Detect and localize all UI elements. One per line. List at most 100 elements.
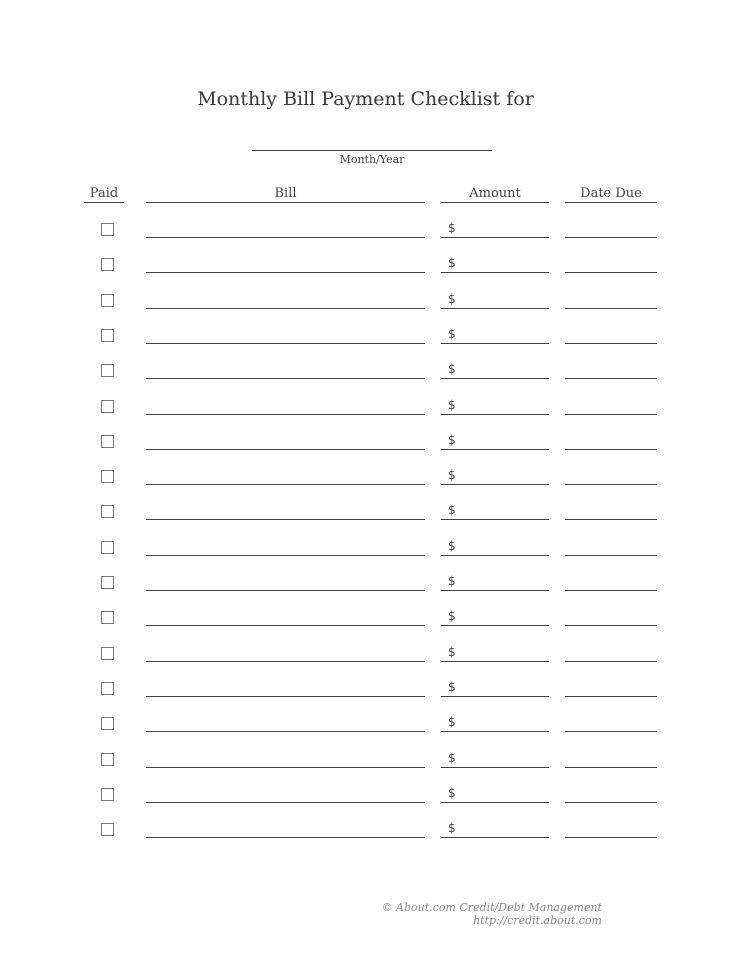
table-row: $ xyxy=(0,709,731,744)
amount-field[interactable] xyxy=(441,819,549,839)
paid-checkbox[interactable] xyxy=(101,328,114,342)
amount-field[interactable] xyxy=(441,466,549,486)
date-due-field[interactable] xyxy=(565,572,657,591)
date-due-field[interactable] xyxy=(565,643,657,662)
bill-field[interactable] xyxy=(146,607,425,627)
paid-checkbox[interactable] xyxy=(101,364,114,378)
header-underline-amount xyxy=(441,202,549,203)
bill-field[interactable] xyxy=(146,784,425,803)
table-row: $ xyxy=(0,745,731,780)
date-due-field[interactable] xyxy=(565,290,657,309)
bill-field[interactable] xyxy=(146,678,425,697)
paid-checkbox[interactable] xyxy=(101,223,114,236)
table-row: $ xyxy=(0,462,731,497)
bill-field[interactable] xyxy=(146,466,425,486)
amount-field[interactable] xyxy=(441,290,549,309)
bill-field[interactable] xyxy=(146,713,425,733)
table-row: $ xyxy=(0,815,731,850)
page-title: Monthly Bill Payment Checklist for xyxy=(197,88,534,110)
amount-field[interactable] xyxy=(441,607,549,627)
paid-checkbox[interactable] xyxy=(101,717,114,731)
table-row: $ xyxy=(0,356,731,391)
bill-field[interactable] xyxy=(146,360,425,380)
date-due-field[interactable] xyxy=(565,713,657,733)
table-row: $ xyxy=(0,286,731,321)
date-due-field[interactable] xyxy=(565,607,657,627)
amount-field[interactable] xyxy=(441,219,549,238)
amount-field[interactable] xyxy=(441,678,549,697)
bill-field[interactable] xyxy=(146,749,425,768)
amount-field[interactable] xyxy=(441,254,549,274)
table-row: $ xyxy=(0,215,731,250)
bill-field[interactable] xyxy=(146,501,425,521)
date-due-field[interactable] xyxy=(565,325,657,344)
month-year-label: Month/Year xyxy=(339,153,405,166)
header-underline-paid xyxy=(84,202,124,203)
month-year-field[interactable] xyxy=(252,150,492,151)
table-row: $ xyxy=(0,250,731,285)
amount-field[interactable] xyxy=(441,431,549,450)
table-row: $ xyxy=(0,321,731,356)
amount-field[interactable] xyxy=(441,360,549,380)
bill-field[interactable] xyxy=(146,537,425,556)
amount-field[interactable] xyxy=(441,572,549,591)
date-due-field[interactable] xyxy=(565,819,657,839)
amount-field[interactable] xyxy=(441,713,549,733)
paid-checkbox[interactable] xyxy=(101,540,114,554)
paid-checkbox[interactable] xyxy=(101,576,114,589)
amount-field[interactable] xyxy=(441,501,549,521)
paid-checkbox[interactable] xyxy=(101,505,114,519)
date-due-field[interactable] xyxy=(565,466,657,486)
date-due-field[interactable] xyxy=(565,396,657,415)
footer-url[interactable]: http://credit.about.com xyxy=(360,914,602,927)
bill-field[interactable] xyxy=(146,396,425,415)
amount-field[interactable] xyxy=(441,784,549,803)
table-row: $ xyxy=(0,674,731,709)
paid-checkbox[interactable] xyxy=(101,646,114,660)
amount-field[interactable] xyxy=(441,537,549,556)
paid-checkbox[interactable] xyxy=(101,470,114,484)
bill-field[interactable] xyxy=(146,325,425,344)
paid-checkbox[interactable] xyxy=(101,258,114,272)
header-underline-bill xyxy=(146,202,425,203)
paid-checkbox[interactable] xyxy=(101,399,114,413)
date-due-field[interactable] xyxy=(565,360,657,380)
bill-field[interactable] xyxy=(146,431,425,450)
date-due-field[interactable] xyxy=(565,784,657,803)
bill-field[interactable] xyxy=(146,819,425,839)
bill-field[interactable] xyxy=(146,643,425,662)
date-due-field[interactable] xyxy=(565,431,657,450)
table-row: $ xyxy=(0,427,731,462)
date-due-field[interactable] xyxy=(565,501,657,521)
amount-field[interactable] xyxy=(441,643,549,662)
paid-checkbox[interactable] xyxy=(101,752,114,766)
bill-field[interactable] xyxy=(146,572,425,591)
column-header-date-due: Date Due xyxy=(580,186,642,201)
bill-field[interactable] xyxy=(146,219,425,238)
amount-field[interactable] xyxy=(441,749,549,768)
paid-checkbox[interactable] xyxy=(101,681,114,695)
date-due-field[interactable] xyxy=(565,254,657,274)
paid-checkbox[interactable] xyxy=(101,293,114,307)
column-header-paid: Paid xyxy=(89,186,119,201)
header-underline-date-due xyxy=(565,202,657,203)
table-row: $ xyxy=(0,392,731,427)
paid-checkbox[interactable] xyxy=(101,434,114,448)
date-due-field[interactable] xyxy=(565,219,657,238)
amount-field[interactable] xyxy=(441,325,549,344)
table-row: $ xyxy=(0,497,731,532)
bill-field[interactable] xyxy=(146,254,425,274)
column-header-bill: Bill xyxy=(274,186,297,201)
date-due-field[interactable] xyxy=(565,678,657,697)
bill-field[interactable] xyxy=(146,290,425,309)
amount-field[interactable] xyxy=(441,396,549,415)
date-due-field[interactable] xyxy=(565,537,657,556)
table-row: $ xyxy=(0,603,731,638)
date-due-field[interactable] xyxy=(565,749,657,768)
paid-checkbox[interactable] xyxy=(101,611,114,625)
footer-copyright: © About.com Credit/Debt Management xyxy=(381,901,602,914)
table-row: $ xyxy=(0,568,731,603)
table-row: $ xyxy=(0,780,731,815)
paid-checkbox[interactable] xyxy=(101,787,114,801)
paid-checkbox[interactable] xyxy=(101,823,114,837)
